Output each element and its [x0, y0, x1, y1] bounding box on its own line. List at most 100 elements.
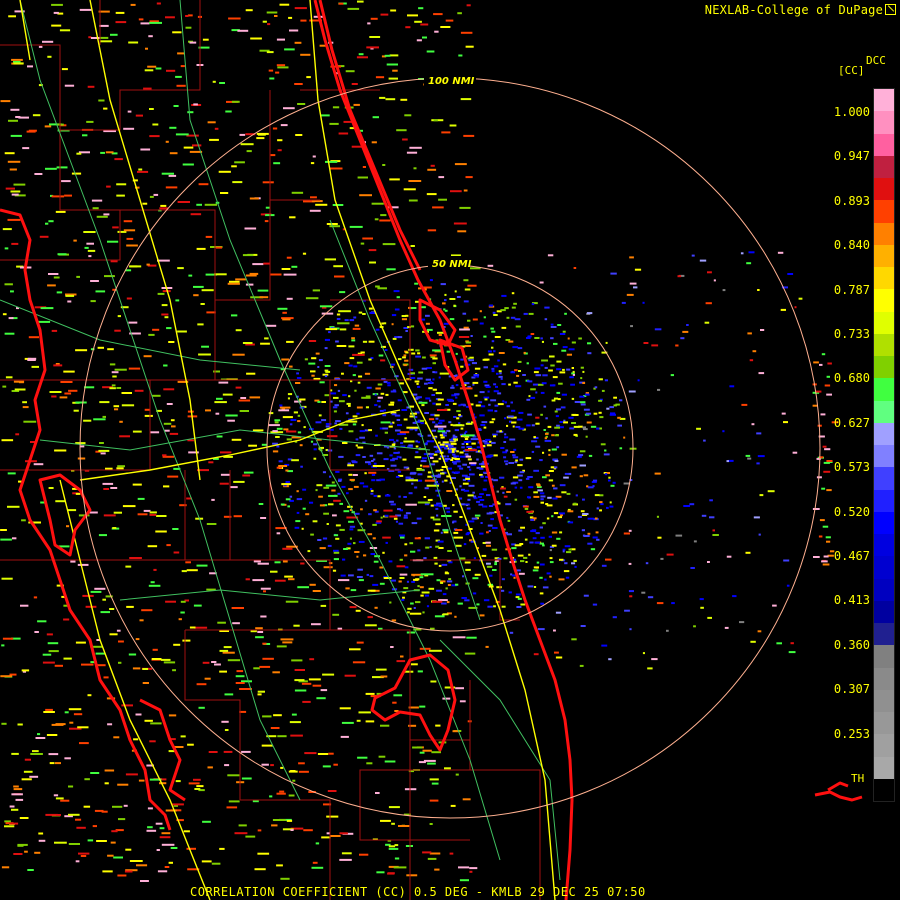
echo-pixel — [77, 563, 89, 566]
echo-pixel — [520, 560, 525, 563]
echo-pixel — [378, 755, 386, 758]
echo-pixel — [254, 868, 266, 871]
echo-pixel — [5, 187, 15, 190]
echo-pixel — [278, 409, 290, 412]
echo-pixel — [444, 299, 447, 302]
echo-pixel — [450, 804, 456, 807]
echo-pixel — [171, 803, 184, 806]
echo-pixel — [410, 325, 415, 328]
echo-pixel — [454, 163, 467, 166]
echo-pixel — [283, 273, 297, 276]
echo-pixel — [515, 459, 518, 462]
echo-pixel — [0, 100, 11, 103]
echo-pixel — [63, 618, 70, 621]
echo-pixel — [224, 729, 229, 731]
echo-pixel — [326, 435, 338, 438]
echo-pixel — [296, 498, 303, 501]
echo-pixel — [479, 473, 483, 476]
echo-pixel — [384, 760, 396, 763]
echo-pixel — [486, 565, 493, 568]
echo-pixel — [211, 498, 215, 501]
echo-pixel — [546, 517, 550, 520]
echo-pixel — [479, 467, 484, 470]
echo-pixel — [332, 514, 337, 517]
echo-pixel — [550, 364, 555, 367]
echo-pixel — [353, 485, 359, 488]
echo-pixel — [401, 318, 407, 321]
echo-pixel — [492, 527, 498, 529]
echo-pixel — [579, 664, 584, 667]
echo-pixel — [337, 322, 350, 325]
echo-pixel — [813, 556, 820, 558]
echo-pixel — [115, 11, 125, 14]
echo-pixel — [402, 596, 405, 599]
echo-pixel — [530, 388, 536, 391]
echo-pixel — [165, 140, 169, 143]
echo-pixel — [596, 427, 600, 430]
echo-pixel — [438, 427, 444, 430]
echo-pixel — [540, 391, 545, 394]
echo-pixel — [560, 514, 563, 517]
echo-pixel — [445, 404, 449, 406]
echo-pixel — [286, 438, 292, 441]
echo-pixel — [339, 502, 343, 505]
echo-pixel — [579, 450, 586, 453]
echo-pixel — [9, 805, 15, 808]
echo-pixel — [560, 406, 566, 409]
echo-pixel — [450, 423, 453, 426]
echo-pixel — [356, 641, 364, 644]
echo-pixel — [550, 337, 554, 340]
echo-pixel — [508, 383, 511, 386]
echo-pixel — [303, 426, 306, 429]
echo-pixel — [780, 308, 786, 311]
echo-pixel — [548, 470, 554, 472]
echo-pixel — [307, 550, 311, 553]
echo-pixel — [322, 765, 331, 768]
echo-pixel — [429, 852, 441, 855]
echo-pixel — [416, 517, 422, 520]
color-scale-swatch — [874, 178, 894, 201]
echo-pixel — [349, 606, 357, 609]
echo-pixel — [95, 652, 106, 655]
echo-pixel — [539, 281, 544, 284]
echo-pixel — [292, 779, 296, 782]
echo-pixel — [348, 473, 353, 476]
echo-pixel — [510, 401, 513, 404]
echo-pixel — [180, 611, 185, 614]
echo-pixel — [506, 533, 512, 536]
echo-pixel — [454, 615, 457, 618]
echo-pixel — [169, 432, 179, 435]
echo-pixel — [559, 484, 566, 487]
echo-pixel — [466, 446, 472, 448]
echo-pixel — [164, 429, 170, 432]
echo-pixel — [542, 476, 547, 479]
color-scale-swatch — [874, 289, 894, 312]
color-scale-tick-label: 0.627 — [833, 415, 870, 430]
echo-pixel — [275, 71, 280, 74]
echo-pixel — [365, 406, 369, 409]
echo-pixel — [366, 386, 372, 389]
echo-pixel — [654, 472, 661, 475]
echo-pixel — [792, 451, 798, 454]
echo-pixel — [485, 544, 491, 547]
echo-pixel — [493, 479, 498, 482]
echo-pixel — [548, 479, 554, 482]
echo-pixel — [208, 461, 214, 464]
echo-pixel — [500, 447, 505, 449]
echo-pixel — [280, 503, 285, 506]
echo-pixel — [520, 526, 525, 529]
echo-pixel — [338, 2, 344, 5]
echo-pixel — [423, 557, 427, 560]
echo-pixel — [535, 445, 541, 448]
echo-pixel — [354, 551, 360, 553]
echo-pixel — [403, 188, 416, 191]
echo-pixel — [8, 119, 18, 122]
echo-pixel — [335, 524, 341, 527]
echo-pixel — [587, 517, 594, 520]
echo-pixel — [37, 733, 41, 736]
echo-pixel — [432, 378, 435, 381]
echo-pixel — [79, 742, 89, 745]
echo-pixel — [478, 401, 483, 404]
echo-pixel — [499, 476, 505, 479]
echo-pixel — [472, 381, 479, 384]
